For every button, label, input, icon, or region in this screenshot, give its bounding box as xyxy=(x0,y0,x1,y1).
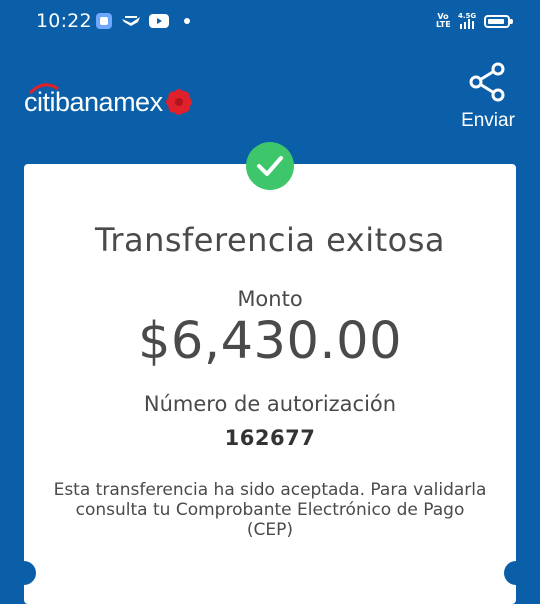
message-line-3: (CEP) xyxy=(246,520,294,540)
ticket-notch-right xyxy=(504,561,528,585)
message-line-1: Esta transferencia ha sido aceptada. Par… xyxy=(53,480,487,500)
ticket-notch-left xyxy=(12,561,36,585)
youtube-icon xyxy=(149,14,169,28)
share-label: Enviar xyxy=(461,110,515,131)
confirmation-message: Esta transferencia ha sido aceptada. Par… xyxy=(24,480,516,540)
logo-flower-icon xyxy=(165,89,192,115)
amount-value: $6,430.00 xyxy=(137,312,403,371)
signal-icon: 4.5G xyxy=(458,12,476,30)
notification-icons xyxy=(95,12,191,30)
share-icon xyxy=(469,62,505,102)
page-title: Transferencia exitosa xyxy=(94,221,446,259)
system-icons: Vo LTE 4.5G xyxy=(436,11,513,31)
bird-icon xyxy=(122,16,140,26)
status-bar: 10:22 Vo LTE 4.5G xyxy=(0,0,540,42)
check-icon xyxy=(246,142,294,190)
battery-icon xyxy=(484,14,513,28)
app-icon xyxy=(96,13,112,29)
message-line-2: consulta tu Comprobante Electrónico de P… xyxy=(75,500,465,520)
amount-label: Monto xyxy=(237,287,303,311)
volte-icon: Vo LTE xyxy=(436,13,451,29)
authorization-label: Número de autorización xyxy=(143,392,397,416)
dot-icon xyxy=(184,18,190,24)
logo-arc-icon xyxy=(28,83,59,95)
share-button[interactable]: Enviar xyxy=(455,62,521,137)
status-time: 10:22 xyxy=(36,10,92,32)
authorization-number: 162677 xyxy=(224,426,316,450)
volte-bottom-label: LTE xyxy=(436,20,451,29)
bank-logo: citibanamex xyxy=(24,83,192,120)
